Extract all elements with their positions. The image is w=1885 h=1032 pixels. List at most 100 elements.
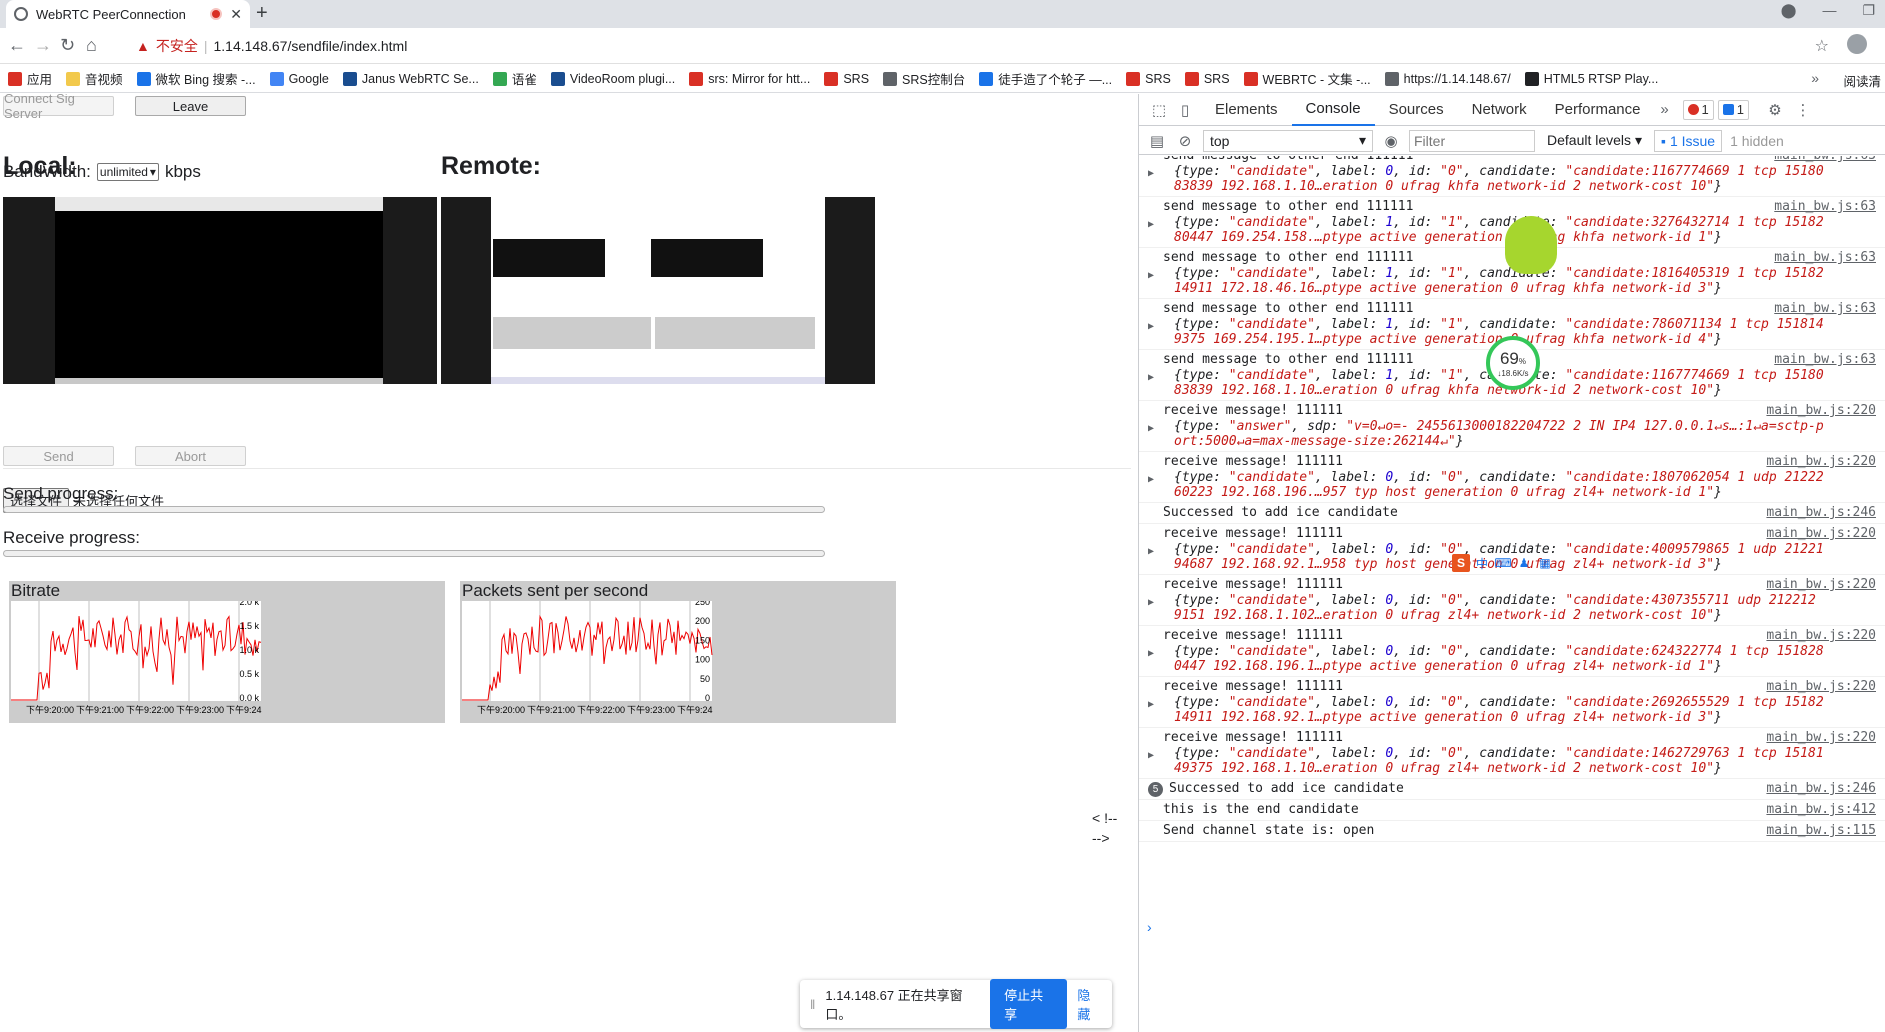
bookmark-item[interactable]: Google [269,71,329,86]
bookmark-item[interactable]: HTML5 RTSP Play... [1524,71,1658,86]
issues-button[interactable]: ▪ 1 Issue [1653,129,1723,152]
console-source-link[interactable]: main_bw.js:63 [1774,250,1876,265]
ime-logo-icon[interactable]: S [1452,554,1470,572]
expand-triangle-icon[interactable]: ▶ [1148,423,1154,434]
devtools-tab-sources[interactable]: Sources [1375,94,1458,126]
console-source-link[interactable]: main_bw.js:220 [1766,628,1876,643]
expand-triangle-icon[interactable]: ▶ [1148,270,1154,281]
browser-tab[interactable]: WebRTC PeerConnection ✕ [6,0,250,28]
console-object-preview[interactable]: {type: "candidate", label: 0, id: "0", c… [1174,644,1874,674]
devtools-tab-console[interactable]: Console [1291,94,1375,126]
bookmark-item[interactable]: 音视频 [66,69,123,88]
message-badge[interactable]: 1 [1717,99,1749,120]
sidebar-toggle-icon[interactable]: ▤ [1147,131,1167,151]
console-source-link[interactable]: main_bw.js:115 [1766,823,1876,838]
console-source-link[interactable]: main_bw.js:220 [1766,679,1876,694]
devtools-tab-performance[interactable]: Performance [1541,94,1655,126]
bookmark-item[interactable]: SRS [824,71,869,86]
console-source-link[interactable]: main_bw.js:220 [1766,730,1876,745]
bookmark-item[interactable]: SRS [1126,71,1171,86]
bookmark-item[interactable]: Janus WebRTC Se... [342,71,479,86]
expand-triangle-icon[interactable]: ▶ [1148,372,1154,383]
bookmark-item[interactable]: 徒手造了个轮子 —... [979,69,1112,88]
send-button[interactable]: Send [3,446,114,466]
back-icon[interactable]: ← [8,35,26,56]
inspect-element-icon[interactable]: ⬚ [1149,100,1169,120]
device-toolbar-icon[interactable]: ▯ [1175,100,1195,120]
kebab-menu-icon[interactable]: ⋮ [1793,100,1813,120]
ime-apps-icon[interactable]: ▦ [1536,554,1554,572]
console-source-link[interactable]: main_bw.js:63 [1774,199,1876,214]
expand-triangle-icon[interactable]: ▶ [1148,648,1154,659]
console-object-preview[interactable]: {type: "candidate", label: 0, id: "0", c… [1174,695,1874,725]
bookmark-item[interactable]: srs: Mirror for htt... [689,71,810,86]
console-source-link[interactable]: main_bw.js:220 [1766,454,1876,469]
bookmark-item[interactable]: VideoRoom plugi... [550,71,675,86]
clear-console-icon[interactable]: ⊘ [1175,131,1195,151]
log-levels-dropdown[interactable]: Default levels ▾ [1543,132,1646,149]
profile-menu-icon[interactable]: ⬤ [1781,2,1797,19]
console-source-link[interactable]: main_bw.js:412 [1766,802,1876,817]
context-selector[interactable]: top ▾ [1203,129,1373,152]
bookmarks-more-icon[interactable]: » [1811,70,1819,86]
expand-triangle-icon[interactable]: ▶ [1148,474,1154,485]
devtools-tab-network[interactable]: Network [1458,94,1541,126]
reload-icon[interactable]: ↻ [60,35,75,56]
stop-sharing-button[interactable]: 停止共享 [990,979,1068,1029]
console-object-preview[interactable]: {type: "candidate", label: 0, id: "0", c… [1174,593,1874,623]
forward-icon[interactable]: → [34,35,52,56]
ime-user-icon[interactable]: ♟ [1515,554,1533,572]
expand-triangle-icon[interactable]: ▶ [1148,699,1154,710]
ime-chinese-mode[interactable]: 中 [1473,554,1491,572]
address-url[interactable]: 1.14.148.67/sendfile/index.html [214,38,408,54]
eye-icon[interactable]: ◉ [1381,131,1401,151]
close-tab-icon[interactable]: ✕ [230,6,242,23]
mascot-widget[interactable] [1505,216,1557,274]
home-icon[interactable]: ⌂ [86,35,97,56]
console-source-link[interactable]: main_bw.js:63 [1774,301,1876,316]
hide-share-bar-button[interactable]: 隐藏 [1077,985,1102,1023]
devtools-tab-elements[interactable]: Elements [1201,94,1292,126]
bookmark-item[interactable]: 语雀 [492,69,537,88]
expand-triangle-icon[interactable]: ▶ [1148,597,1154,608]
expand-triangle-icon[interactable]: ▶ [1148,546,1154,557]
console-object-preview[interactable]: {type: "candidate", label: 0, id: "0", c… [1174,746,1874,776]
more-tabs-icon[interactable]: » [1655,100,1675,120]
leave-button[interactable]: Leave [135,96,246,116]
bandwidth-select[interactable]: unlimited ▾ [96,163,159,181]
drag-handle-icon[interactable]: ‖ [810,997,815,1012]
gear-icon[interactable]: ⚙ [1765,100,1785,120]
abort-button[interactable]: Abort [135,446,246,466]
expand-triangle-icon[interactable]: ▶ [1148,219,1154,230]
console-source-link[interactable]: main_bw.js:246 [1766,505,1876,520]
console-source-link[interactable]: main_bw.js:220 [1766,526,1876,541]
console-source-link[interactable]: main_bw.js:63 [1774,352,1876,367]
bookmark-star-icon[interactable]: ☆ [1815,36,1829,56]
console-source-link[interactable]: main_bw.js:220 [1766,577,1876,592]
expand-triangle-icon[interactable]: ▶ [1148,750,1154,761]
bookmark-item[interactable]: https://1.14.148.67/ [1384,71,1511,86]
new-tab-button[interactable]: + [256,2,268,25]
console-object-preview[interactable]: {type: "candidate", label: 0, id: "0", c… [1174,164,1874,194]
console-filter-input[interactable]: Filter [1409,129,1535,152]
bookmark-item[interactable]: SRS控制台 [883,69,965,88]
reading-list-button[interactable]: 阅读清 [1843,71,1881,90]
expand-triangle-icon[interactable]: ▶ [1148,168,1154,179]
console-prompt[interactable]: › [1147,919,1152,935]
connect-sig-server-button[interactable]: Connect Sig Server [3,94,114,121]
bookmark-item[interactable]: SRS [1184,71,1230,86]
console-object-preview[interactable]: {type: "candidate", label: 0, id: "0", c… [1174,470,1874,500]
console-object-preview[interactable]: {type: "answer", sdp: "v=0↵o=- 245561300… [1174,419,1874,449]
bookmark-item[interactable]: 应用 [8,69,52,88]
ime-keyboard-icon[interactable]: ⌨ [1494,554,1512,572]
network-speed-widget[interactable]: 69% ↓18.6K/s [1486,336,1540,390]
minimize-icon[interactable]: — [1822,2,1836,19]
console-source-link[interactable]: main_bw.js:63 [1774,156,1876,163]
address-bar[interactable]: ▲ 不安全 | 1.14.148.67/sendfile/index.html [136,32,1826,60]
avatar[interactable] [1847,34,1867,54]
console-source-link[interactable]: main_bw.js:220 [1766,403,1876,418]
bookmark-item[interactable]: 微软 Bing 搜索 -... [136,69,256,88]
bookmark-item[interactable]: WEBRTC - 文集 -... [1243,69,1371,88]
error-badge[interactable]: 1 [1682,99,1714,120]
restore-icon[interactable]: ❐ [1862,2,1875,19]
